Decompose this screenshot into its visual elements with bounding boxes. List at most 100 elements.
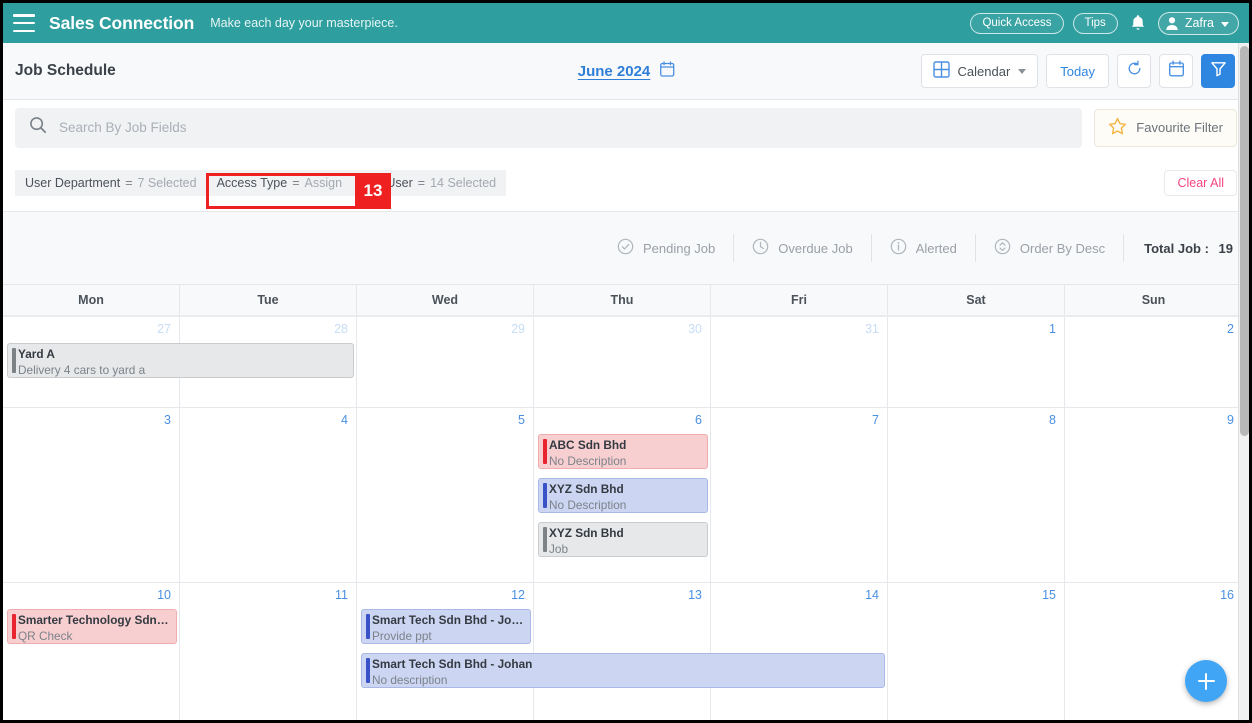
search-input[interactable] [59, 120, 1069, 135]
add-job-fab-button[interactable] [1185, 660, 1227, 702]
filter-chip-order-by-user[interactable]: r by User = 14 Selected [352, 170, 507, 196]
legend-overdue-job[interactable]: Overdue Job [734, 234, 872, 262]
clear-all-filters-button[interactable]: Clear All [1164, 170, 1237, 196]
calendar-event[interactable]: XYZ Sdn Bhd No Description [538, 478, 708, 513]
scrollbar-thumb[interactable] [1240, 46, 1249, 436]
day-number: 12 [511, 588, 525, 602]
day-cell[interactable]: 5 [357, 408, 534, 582]
weekday-mon: Mon [3, 285, 180, 315]
day-number: 1 [1049, 322, 1056, 336]
current-month-label: June 2024 [577, 62, 651, 80]
header-action-group: Calendar Today [920, 54, 1235, 88]
funnel-filter-icon [1210, 60, 1227, 82]
notification-bell-icon[interactable] [1127, 14, 1149, 32]
user-name-label: Zafra [1184, 16, 1214, 30]
star-icon [1108, 117, 1127, 139]
legend-label: Alerted [915, 240, 957, 256]
weekday-tue: Tue [180, 285, 357, 315]
day-cell[interactable]: 2 [1065, 317, 1242, 407]
calendar-event[interactable]: Yard A Delivery 4 cars to yard a [7, 343, 354, 378]
chip-key: r by User [362, 176, 413, 190]
page-title: Job Schedule [15, 62, 116, 79]
day-number: 10 [157, 588, 171, 602]
top-navigation-bar: Sales Connection Make each day your mast… [3, 3, 1249, 43]
page-header-bar: Job Schedule June 2024 Calendar Today [3, 43, 1249, 100]
legend-pending-job[interactable]: Pending Job [599, 234, 735, 262]
event-title: Smart Tech Sdn Bhd - Johan [372, 657, 533, 671]
date-picker-button[interactable] [1159, 54, 1193, 88]
check-circle-icon [617, 238, 634, 258]
day-cell[interactable]: 15 [888, 583, 1065, 720]
calendar-event[interactable]: Smarter Technology Sdn Bh... QR Check [7, 609, 177, 644]
calendar-event[interactable]: Smart Tech Sdn Bhd - Johan Provide ppt [361, 609, 531, 644]
calendar-view-dropdown[interactable]: Calendar [920, 54, 1039, 88]
day-number: 30 [688, 322, 702, 336]
day-number: 31 [865, 322, 879, 336]
legend-alerted[interactable]: Alerted [872, 234, 976, 262]
day-number: 28 [334, 322, 348, 336]
calendar-week-row: 3 4 5 6 7 8 9 ABC Sdn Bhd No Description… [3, 408, 1249, 583]
legend-label: Pending Job [642, 240, 716, 256]
event-title: Smarter Technology Sdn Bh... [18, 613, 170, 627]
day-cell[interactable]: 8 [888, 408, 1065, 582]
calendar-icon [659, 60, 674, 82]
event-color-bar [543, 439, 547, 464]
search-row: Favourite Filter [3, 100, 1249, 155]
user-menu-button[interactable]: Zafra [1157, 11, 1239, 35]
chip-key: User Department [25, 176, 121, 190]
today-button[interactable]: Today [1046, 54, 1109, 88]
day-number: 8 [1049, 413, 1056, 427]
chevron-down-icon [1221, 21, 1229, 27]
day-number: 2 [1227, 322, 1234, 336]
vertical-scrollbar[interactable] [1238, 43, 1249, 720]
calendar-event[interactable]: Smart Tech Sdn Bhd - Johan No descriptio… [361, 653, 885, 688]
total-job-value: 19 [1218, 240, 1233, 256]
day-number: 29 [511, 322, 525, 336]
day-cell[interactable]: 16 [1065, 583, 1242, 720]
search-icon [29, 116, 47, 139]
tips-button[interactable]: Tips [1072, 12, 1118, 34]
event-color-bar [543, 527, 547, 552]
day-cell[interactable]: 4 [180, 408, 357, 582]
total-job-counter: Total Job : 19 [1124, 241, 1233, 256]
day-cell[interactable]: 10 [3, 583, 180, 720]
day-number: 16 [1220, 588, 1234, 602]
filter-chip-access-type[interactable]: Access Type = Assign [206, 170, 353, 196]
filter-chip-user-department[interactable]: User Department = 7 Selected [15, 170, 207, 196]
day-cell[interactable]: 30 [534, 317, 711, 407]
legend-label: Order By Desc [1019, 240, 1106, 256]
event-description: Job [549, 542, 569, 556]
day-cell[interactable]: 31 [711, 317, 888, 407]
calendar-event[interactable]: XYZ Sdn Bhd Job [538, 522, 708, 557]
event-color-bar [366, 658, 370, 683]
filter-toggle-button[interactable] [1201, 54, 1235, 88]
event-color-bar [543, 483, 547, 508]
day-number: 3 [164, 413, 171, 427]
day-cell[interactable]: 29 [357, 317, 534, 407]
day-cell[interactable]: 7 [711, 408, 888, 582]
favourite-filter-button[interactable]: Favourite Filter [1094, 108, 1237, 147]
legend-label: Overdue Job [778, 240, 853, 256]
search-field-container[interactable] [15, 107, 1083, 148]
event-description: Provide ppt [372, 629, 432, 643]
app-brand-title: Sales Connection [49, 12, 195, 33]
hamburger-menu-icon[interactable] [13, 14, 35, 32]
weekday-fri: Fri [711, 285, 888, 315]
day-cell[interactable]: 9 [1065, 408, 1242, 582]
event-title: Yard A [18, 347, 55, 361]
calendar-week-row: 27 28 29 30 31 1 2 Yard A Delivery 4 car… [3, 317, 1249, 408]
event-title: ABC Sdn Bhd [549, 438, 627, 452]
legend-order-by-desc[interactable]: Order By Desc [976, 234, 1125, 262]
day-number: 15 [1042, 588, 1056, 602]
chip-key: Access Type [216, 176, 288, 190]
refresh-button[interactable] [1117, 54, 1151, 88]
event-description: No description [372, 673, 448, 687]
month-selector[interactable]: June 2024 [577, 60, 675, 82]
day-cell[interactable]: 1 [888, 317, 1065, 407]
calendar-event[interactable]: ABC Sdn Bhd No Description [538, 434, 708, 469]
quick-access-button[interactable]: Quick Access [970, 12, 1064, 34]
calendar-grid: 27 28 29 30 31 1 2 Yard A Delivery 4 car… [3, 317, 1249, 720]
day-cell[interactable]: 11 [180, 583, 357, 720]
day-cell[interactable]: 3 [3, 408, 180, 582]
clock-circle-icon [752, 238, 769, 258]
